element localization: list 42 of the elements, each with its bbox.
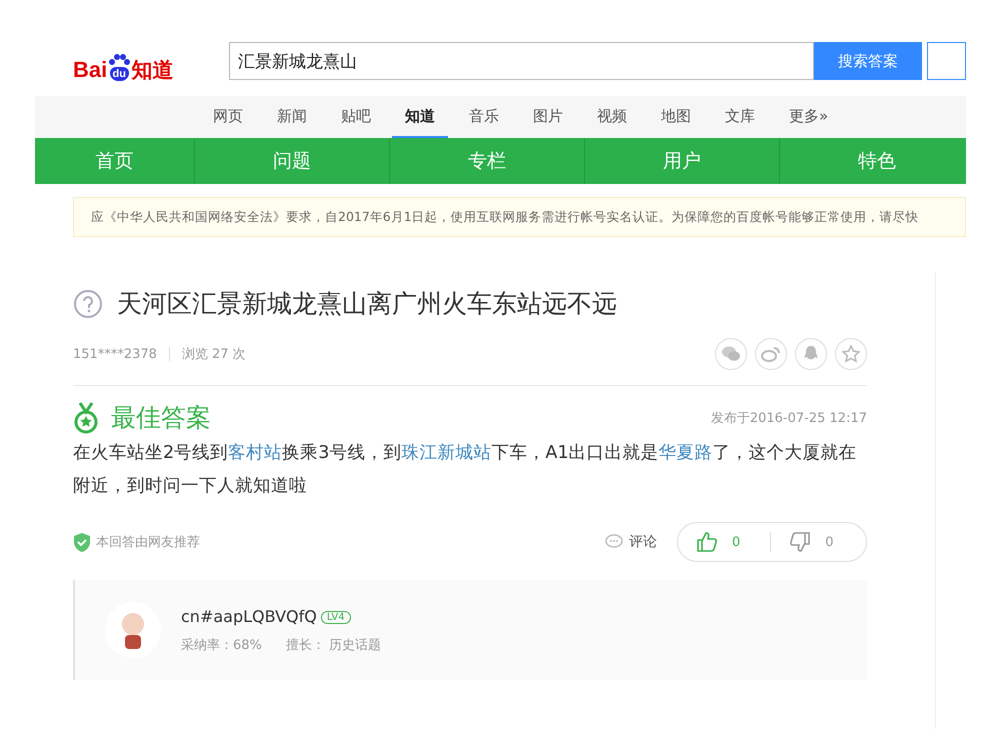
wechat-share-button[interactable]: [715, 338, 747, 370]
star-icon: [842, 345, 860, 363]
nav-tab[interactable]: 视频: [584, 96, 640, 138]
baidu-zhidao-logo[interactable]: Bai du 知道: [73, 41, 194, 81]
nav-tab[interactable]: 地图: [648, 96, 704, 138]
recommended-note: 本回答由网友推荐: [96, 534, 200, 551]
best-answer-heading: 最佳答案: [111, 402, 211, 434]
search-field[interactable]: 汇景新城龙熹山: [229, 42, 814, 80]
question-icon: [73, 288, 103, 318]
view-count: 浏览 27 次: [182, 346, 246, 363]
answer-text: 在火车站坐2号线到客村站换乘3号线，到珠江新城站下车，A1出口出就是华夏路了，这个大厦就在附近，到时问一下人就知道啦: [73, 442, 858, 498]
wechat-icon: [721, 346, 741, 362]
nav-tab[interactable]: 新闻: [264, 96, 320, 138]
specialty-label: 擅长：: [286, 636, 325, 654]
answer-link[interactable]: 华夏路: [658, 443, 713, 463]
comment-icon: [605, 534, 623, 550]
shield-icon: [73, 532, 91, 552]
answerer-name[interactable]: cn#aapLQBVQfQ: [181, 606, 317, 626]
like-count: 0: [732, 534, 740, 550]
answer-link[interactable]: 客村站: [228, 443, 282, 463]
notice-banner: 应《中华人民共和国网络安全法》要求，自2017年6月1日起，使用互联网服务需进行帐号实名认证。为保障您的百度帐号能够正常使用，请尽快: [73, 197, 966, 237]
qq-share-button[interactable]: [795, 338, 827, 370]
medal-icon: [73, 402, 99, 434]
nav-tab[interactable]: 音乐: [456, 96, 512, 138]
favorite-button[interactable]: [835, 338, 867, 370]
question-title: 天河区汇景新城龙熹山离广州火车东站远不远: [117, 288, 617, 320]
ask-button[interactable]: [927, 42, 966, 80]
comment-button[interactable]: 评论: [605, 533, 657, 551]
nav-tab[interactable]: 图片: [520, 96, 576, 138]
weibo-share-button[interactable]: [755, 338, 787, 370]
weibo-icon: [761, 346, 781, 362]
nav-tab[interactable]: 贴吧: [328, 96, 384, 138]
thumbs-down-icon[interactable]: [789, 531, 812, 553]
adoption-rate: 采纳率：68%: [181, 636, 262, 654]
level-badge: LV4: [320, 610, 351, 624]
nav-tab[interactable]: 更多»: [776, 96, 842, 138]
thumbs-up-icon[interactable]: [696, 531, 718, 553]
nav-tab[interactable]: 网页: [200, 96, 256, 138]
dislike-count: 0: [825, 534, 834, 550]
publish-date: 发布于2016-07-25 12:17: [710, 410, 867, 426]
nav-tab[interactable]: 文库: [712, 96, 768, 138]
answer-link[interactable]: 珠江新城站: [401, 443, 492, 463]
